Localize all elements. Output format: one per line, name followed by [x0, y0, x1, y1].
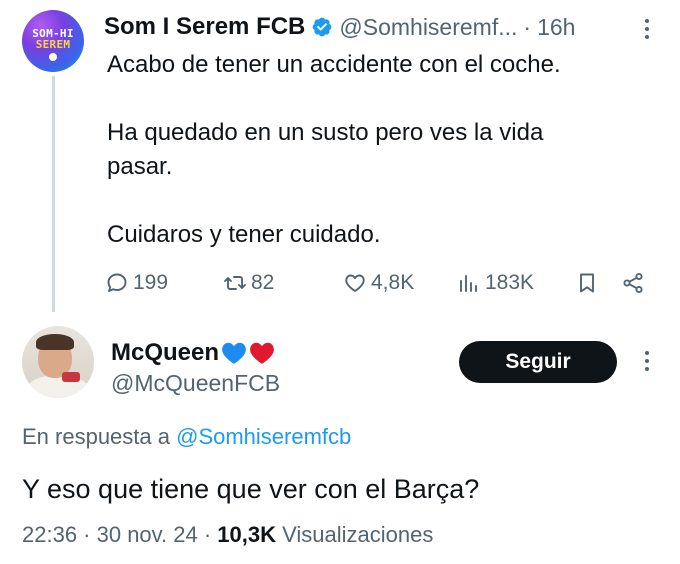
- avatar-logo-line2: SEREM: [35, 38, 71, 51]
- views-bar-chart-icon: [460, 275, 477, 292]
- blue-heart-icon: [221, 341, 247, 365]
- user-handle[interactable]: @McQueenFCB: [111, 370, 280, 397]
- retweet-count: 82: [251, 271, 275, 294]
- reply-count: 199: [133, 271, 169, 294]
- red-heart-icon: [249, 341, 275, 365]
- reply-button[interactable]: 199: [105, 268, 168, 298]
- reply-bubble-icon: [107, 273, 127, 292]
- bookmark-icon: [580, 273, 594, 293]
- tweet-actions-bar: 199 82 4,8K 183K: [105, 268, 655, 298]
- mention-link[interactable]: @Somhiseremfcb: [176, 424, 351, 449]
- in-reply-to: En respuesta a @Somhiseremfcb: [22, 424, 351, 450]
- thread-connector-line: [52, 76, 55, 312]
- tweet-text-line: pasar.: [107, 153, 173, 180]
- tweet-text-line: Ha quedado en un susto pero ves la vida: [107, 119, 544, 146]
- share-button[interactable]: [621, 268, 649, 298]
- display-name[interactable]: McQueen: [111, 339, 219, 367]
- in-reply-prefix: En respuesta a: [22, 424, 170, 449]
- tweet-text: Acabo de tener un accidente con el coche…: [107, 48, 647, 252]
- more-vertical-icon[interactable]: [644, 18, 650, 40]
- views-button[interactable]: 183K: [457, 268, 534, 298]
- views-count: 10,3K: [217, 522, 277, 547]
- heart-outline-icon: [345, 274, 365, 292]
- display-name[interactable]: Som I Serem FCB: [104, 13, 305, 41]
- avatar-logo: SOM-HI SEREM: [22, 28, 84, 50]
- tweet-header: Som I Serem FCB @Somhiseremf... · 16h: [104, 12, 575, 42]
- share-icon: [623, 272, 643, 294]
- like-button[interactable]: 4,8K: [343, 268, 414, 298]
- retweet-icon: [224, 276, 246, 290]
- retweet-button[interactable]: 82: [223, 268, 274, 298]
- more-vertical-icon[interactable]: [644, 350, 650, 372]
- verified-badge-icon: [311, 16, 333, 38]
- views-count: 183K: [485, 271, 535, 294]
- tweet-timestamp[interactable]: 22:36 · 30 nov. 24 ·: [22, 522, 211, 547]
- microphone-icon: [49, 53, 57, 61]
- avatar[interactable]: [22, 326, 94, 398]
- like-count: 4,8K: [371, 271, 415, 294]
- views-label: Visualizaciones: [282, 522, 434, 547]
- tweet-text-line: Acabo de tener un accidente con el coche…: [107, 51, 561, 78]
- tweet-text: Y eso que tiene que ver con el Barça?: [22, 474, 480, 504]
- reply-header: McQueen: [111, 338, 275, 368]
- avatar[interactable]: SOM-HI SEREM: [22, 10, 84, 72]
- parent-tweet[interactable]: SOM-HI SEREM Som I Serem FCB @Somhiserem…: [0, 0, 680, 318]
- user-handle[interactable]: @Somhiseremf...: [339, 14, 517, 41]
- separator-dot: ·: [523, 13, 532, 40]
- follow-button[interactable]: Seguir: [459, 341, 617, 383]
- tweet-text-line: Cuidaros y tener cuidado.: [107, 221, 381, 248]
- tweet-meta: 22:36 · 30 nov. 24 · 10,3K Visualizacion…: [22, 522, 433, 548]
- bookmark-button[interactable]: [575, 268, 603, 298]
- tweet-time[interactable]: 16h: [537, 14, 575, 41]
